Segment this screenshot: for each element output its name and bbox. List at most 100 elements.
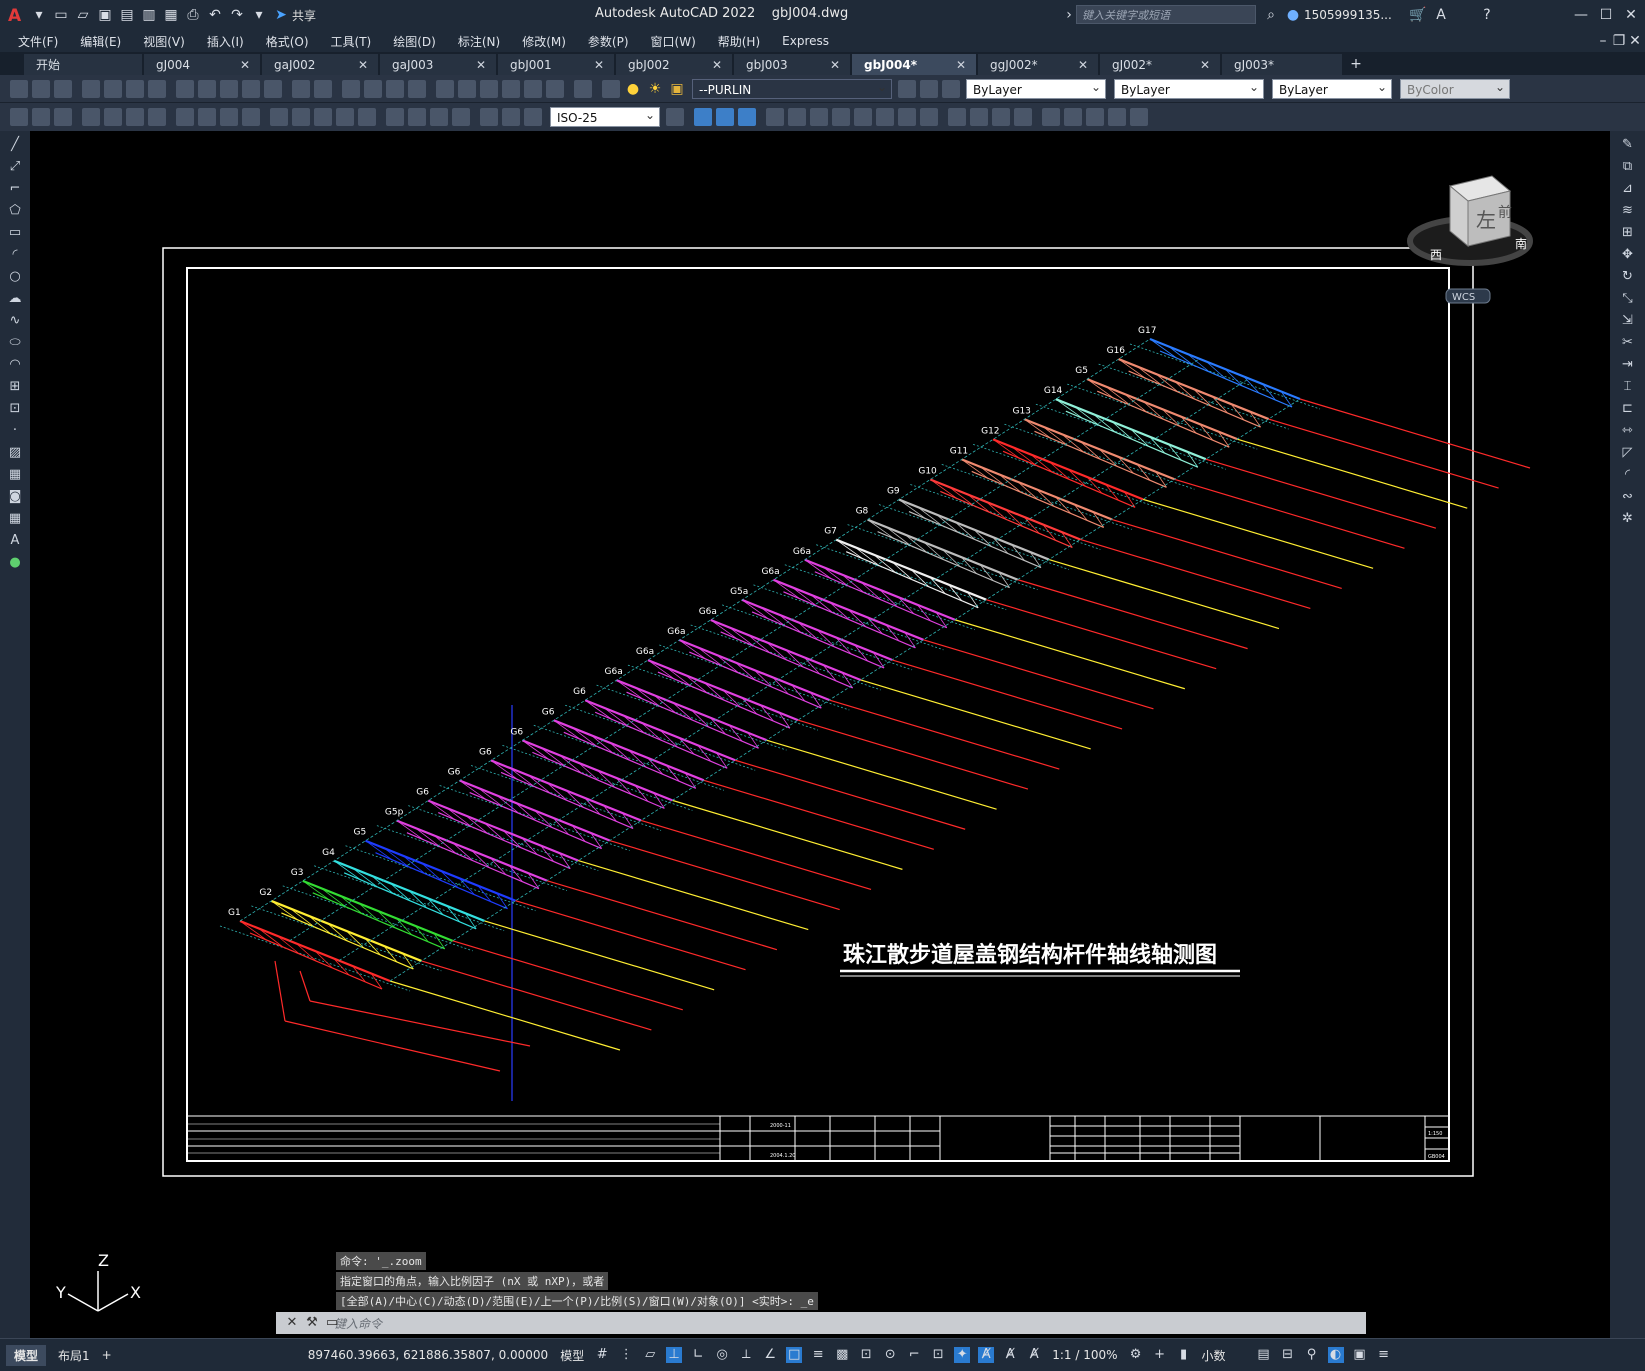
coordinates-readout[interactable]: 897460.39663, 621886.35807, 0.00000 bbox=[308, 1348, 548, 1362]
expand-arrow-icon[interactable]: › bbox=[1061, 7, 1077, 23]
tab-gbj004[interactable]: gbJ004* ✕ bbox=[852, 54, 976, 75]
tab-gaj002[interactable]: gaJ002 ✕ bbox=[262, 54, 378, 75]
publish-icon[interactable] bbox=[126, 79, 144, 98]
drawing-canvas[interactable]: 2000-11 2004.1.20 GB004 1:150 珠江散步道屋盖钢结构… bbox=[30, 131, 1610, 1338]
menu-window[interactable]: 窗口(W) bbox=[651, 33, 696, 50]
modify-tool-icon[interactable] bbox=[694, 108, 712, 126]
zoom-previous-icon[interactable] bbox=[408, 79, 426, 98]
join-icon[interactable]: ⇿ bbox=[1619, 423, 1637, 439]
doc-minimize-icon[interactable]: – bbox=[1595, 33, 1611, 49]
markup-icon[interactable] bbox=[524, 79, 542, 98]
dim-tool-icon[interactable] bbox=[10, 108, 28, 126]
layer-state-icon[interactable] bbox=[942, 79, 960, 98]
polar-tracking-icon[interactable]: ◎ bbox=[714, 1347, 730, 1363]
dim-angular-icon[interactable] bbox=[242, 108, 260, 126]
table-icon[interactable]: ▦ bbox=[6, 511, 24, 527]
tab-close-icon[interactable]: ✕ bbox=[358, 58, 368, 72]
modify-tool-icon[interactable] bbox=[810, 108, 828, 126]
menu-edit[interactable]: 编辑(E) bbox=[80, 33, 121, 50]
line-icon[interactable]: ╱ bbox=[6, 137, 24, 153]
tab-gaj003[interactable]: gaJ003 ✕ bbox=[380, 54, 496, 75]
save-file-icon[interactable] bbox=[54, 79, 72, 98]
tab-close-icon[interactable]: ✕ bbox=[1078, 58, 1088, 72]
customization-icon[interactable]: ≡ bbox=[1376, 1347, 1392, 1363]
command-customize-icon[interactable]: ⚒ bbox=[304, 1315, 320, 1331]
object-snap-icon[interactable]: □ bbox=[786, 1347, 803, 1363]
qdim-icon[interactable] bbox=[270, 108, 288, 126]
tab-close-icon[interactable]: ✕ bbox=[712, 58, 722, 72]
hatch-icon[interactable]: ▨ bbox=[6, 445, 24, 461]
polygon-icon[interactable]: ⬠ bbox=[6, 203, 24, 219]
layer-previous-icon[interactable] bbox=[920, 79, 938, 98]
modify-tool-icon[interactable] bbox=[876, 108, 894, 126]
solid-tool-icon[interactable] bbox=[1042, 108, 1060, 126]
units-value[interactable]: 小数 bbox=[1202, 1347, 1226, 1364]
layer-thaw-icon[interactable]: ☀ bbox=[647, 81, 663, 97]
layer-lock-icon[interactable]: ▣ bbox=[669, 81, 685, 97]
region-icon[interactable]: ◙ bbox=[6, 489, 24, 505]
add-layout-button[interactable]: + bbox=[102, 1348, 112, 1362]
menu-insert[interactable]: 插入(I) bbox=[207, 33, 244, 50]
dim-break-icon[interactable] bbox=[358, 108, 376, 126]
model-space[interactable]: 2000-11 2004.1.20 GB004 1:150 珠江散步道屋盖钢结构… bbox=[30, 131, 1610, 1338]
dim-update-icon[interactable] bbox=[524, 108, 542, 126]
modify-tool-icon[interactable] bbox=[832, 108, 850, 126]
move-icon[interactable]: ✥ bbox=[1619, 247, 1637, 263]
transparency-icon[interactable]: ▩ bbox=[834, 1347, 850, 1363]
dynamic-input-icon[interactable]: ⊥ bbox=[666, 1347, 683, 1363]
dim-tool-icon[interactable] bbox=[32, 108, 50, 126]
dim-style-icon[interactable] bbox=[666, 108, 684, 126]
lock-ui-icon[interactable]: ⊟ bbox=[1280, 1347, 1296, 1363]
3dprint-icon[interactable] bbox=[148, 79, 166, 98]
command-input[interactable]: 键入命令 bbox=[334, 1315, 382, 1332]
dynamic-ucs-icon[interactable]: ⌐ bbox=[906, 1347, 922, 1363]
toolbar-redo-icon[interactable] bbox=[314, 79, 332, 98]
center-mark-icon[interactable] bbox=[408, 108, 426, 126]
fillet-icon[interactable]: ◜ bbox=[1619, 467, 1637, 483]
tab-gbj003[interactable]: gbJ003 ✕ bbox=[734, 54, 850, 75]
isolate-objects-icon[interactable]: ⚲ bbox=[1304, 1347, 1320, 1363]
dim-ordinate-icon[interactable] bbox=[148, 108, 166, 126]
matchprop-icon[interactable] bbox=[242, 79, 260, 98]
dropdown-icon[interactable]: ▾ bbox=[31, 7, 47, 23]
break-at-point-icon[interactable]: ⌶ bbox=[1619, 379, 1637, 395]
gradient-icon[interactable]: ▦ bbox=[6, 467, 24, 483]
qnew-icon[interactable] bbox=[10, 79, 28, 98]
search-input[interactable]: 键入关键字或短语 bbox=[1076, 5, 1256, 24]
paste-icon[interactable] bbox=[220, 79, 238, 98]
layer-on-icon[interactable]: ● bbox=[625, 81, 641, 97]
3d-osnap-icon[interactable]: ⊙ bbox=[882, 1347, 898, 1363]
units-icon[interactable]: ▮ bbox=[1176, 1347, 1192, 1363]
tolerance-icon[interactable] bbox=[386, 108, 404, 126]
annotation-scale-icon[interactable]: Ⱥ bbox=[1026, 1347, 1042, 1363]
solid-tool-icon[interactable] bbox=[970, 108, 988, 126]
block-editor-icon[interactable] bbox=[264, 79, 282, 98]
solid-tool-icon[interactable] bbox=[1014, 108, 1032, 126]
dim-edit-icon[interactable] bbox=[480, 108, 498, 126]
dimstyle-dropdown[interactable]: ISO-25 bbox=[550, 105, 660, 127]
properties-icon[interactable] bbox=[436, 79, 454, 98]
doc-restore-icon[interactable]: ❐ bbox=[1611, 33, 1627, 49]
new-icon[interactable]: ▭ bbox=[53, 7, 69, 23]
array-icon[interactable]: ⊞ bbox=[1619, 225, 1637, 241]
share-icon[interactable]: ➤ bbox=[273, 7, 289, 23]
hardware-acceleration-icon[interactable]: ◐ bbox=[1327, 1347, 1344, 1363]
redo-icon[interactable]: ↷ bbox=[229, 7, 245, 23]
undo-icon[interactable]: ↶ bbox=[207, 7, 223, 23]
ellipse-icon[interactable]: ⬭ bbox=[6, 335, 24, 351]
dim-diameter-icon[interactable] bbox=[220, 108, 238, 126]
scale-icon[interactable]: ⤡ bbox=[1619, 291, 1637, 307]
design-center-icon[interactable] bbox=[458, 79, 476, 98]
polyline-icon[interactable]: ⌐ bbox=[6, 181, 24, 197]
lineweight-dropdown[interactable]: ByLayer bbox=[1272, 77, 1392, 99]
doc-close-icon[interactable]: ✕ bbox=[1627, 33, 1643, 49]
copy-object-icon[interactable]: ⧉ bbox=[1619, 159, 1637, 175]
dim-continue-icon[interactable] bbox=[314, 108, 332, 126]
menu-express[interactable]: Express bbox=[782, 34, 829, 48]
zoom-window-icon[interactable] bbox=[386, 79, 404, 98]
toolbar-undo-icon[interactable] bbox=[292, 79, 310, 98]
tab-gj002[interactable]: gJ002* ✕ bbox=[1100, 54, 1220, 75]
dim-aligned-icon[interactable] bbox=[104, 108, 122, 126]
tab-gj003[interactable]: gJ003* bbox=[1222, 54, 1342, 75]
new-tab-icon[interactable]: + bbox=[1348, 56, 1364, 72]
